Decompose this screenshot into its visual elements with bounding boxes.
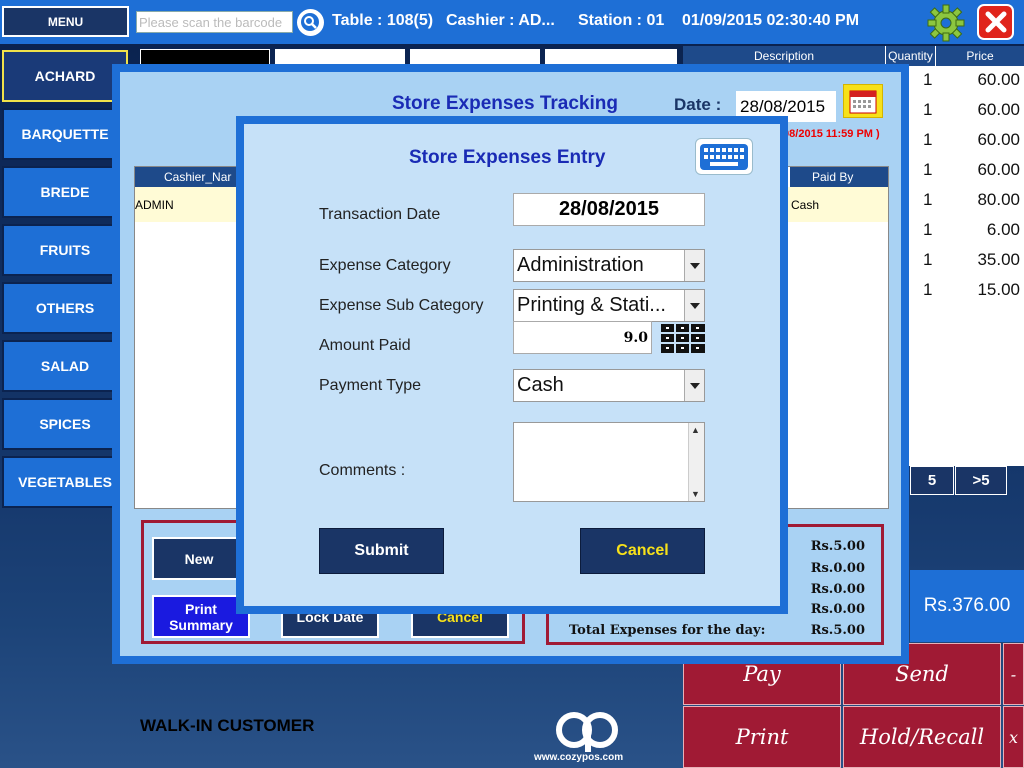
hold-recall-button[interactable]: Hold/Recall [843, 706, 1001, 768]
order-price: 6.00 [986, 220, 1020, 239]
payment-type-label: Payment Type [319, 377, 421, 394]
tracking-title: Store Expenses Tracking [392, 93, 618, 114]
order-total: Rs.376.00 [910, 570, 1024, 642]
summary-amount: Rs.0.00 [810, 602, 865, 617]
category-barquette[interactable]: BARQUETTE [2, 108, 128, 160]
settings-button[interactable] [926, 3, 966, 43]
numpad-icon [661, 324, 705, 353]
page-next-button[interactable]: >5 [955, 466, 1007, 495]
order-price: 60.00 [977, 160, 1020, 179]
expense-category-select[interactable]: Administration [513, 249, 705, 282]
order-list-header: Description Quantity Price [683, 46, 1024, 66]
order-price: 35.00 [977, 250, 1020, 269]
keyboard-icon [700, 143, 748, 170]
category-achard[interactable]: ACHARD [2, 50, 128, 102]
expense-category-value: Administration [517, 254, 644, 276]
page-5-button[interactable]: 5 [910, 466, 954, 495]
order-qty: 1 [923, 280, 933, 299]
order-qty: 1 [923, 220, 933, 239]
store-expenses-entry-dialog: Store Expenses Entry Transaction Date 28… [236, 116, 788, 614]
station-info: Station : 01 [578, 12, 665, 29]
category-brede[interactable]: BREDE [2, 166, 128, 218]
expense-sub-category-label: Expense Sub Category [319, 297, 484, 314]
x-button[interactable]: x [1003, 706, 1024, 768]
payment-type-value: Cash [517, 374, 564, 396]
minus-button[interactable]: - [1003, 643, 1024, 705]
close-icon [985, 11, 1006, 33]
expense-category-label: Expense Category [319, 257, 451, 274]
column-price: Price [966, 49, 994, 63]
entry-title: Store Expenses Entry [409, 147, 606, 168]
calendar-icon [849, 90, 877, 114]
print-button[interactable]: Print [683, 706, 841, 768]
summary-amount: Rs.0.00 [810, 561, 865, 576]
summary-total-row: Total Expenses for the day: Rs.5.00 [569, 623, 869, 638]
tracking-date-label: Date : [674, 95, 722, 114]
row-cashier: ADMIN [135, 198, 174, 212]
column-cashier-name: Cashier_Nar [135, 167, 245, 187]
order-qty: 1 [923, 160, 933, 179]
order-price: 60.00 [977, 70, 1020, 89]
barcode-scan-input[interactable] [136, 11, 293, 33]
order-price: 15.00 [977, 280, 1020, 299]
order-qty: 1 [923, 70, 933, 89]
order-qty: 1 [923, 130, 933, 149]
column-paid-by: Paid By [790, 167, 888, 187]
calendar-button[interactable] [843, 84, 883, 118]
gear-icon [927, 4, 965, 42]
order-qty: 1 [923, 100, 933, 119]
menu-button[interactable]: MENU [2, 6, 129, 37]
scroll-up-icon[interactable]: ▲ [691, 425, 700, 435]
order-price: 60.00 [977, 130, 1020, 149]
category-others[interactable]: OTHERS [2, 282, 128, 334]
new-button[interactable]: New [152, 537, 246, 580]
transaction-date-field[interactable]: 28/08/2015 [513, 193, 705, 226]
transaction-date-label: Transaction Date [319, 206, 441, 223]
order-price: 80.00 [977, 190, 1020, 209]
comments-label: Comments : [319, 462, 406, 479]
category-salad[interactable]: SALAD [2, 340, 128, 392]
summary-amount: Rs.0.00 [810, 582, 865, 597]
customer-name: WALK-IN CUSTOMER [140, 716, 315, 735]
tracking-range-note: /08/2015 11:59 PM ) [780, 128, 880, 140]
amount-paid-label: Amount Paid [319, 337, 411, 354]
summary-total-value: Rs.5.00 [810, 623, 865, 638]
numpad-button[interactable] [660, 323, 706, 354]
submit-button[interactable]: Submit [319, 528, 444, 574]
row-paid-by: Cash [791, 198, 820, 212]
category-spices[interactable]: SPICES [2, 398, 128, 450]
datetime-display: 01/09/2015 02:30:40 PM [682, 12, 860, 29]
logo-url: www.cozypos.com [534, 752, 624, 763]
search-icon [300, 12, 319, 31]
order-qty: 1 [923, 250, 933, 269]
chevron-down-icon[interactable] [684, 290, 704, 321]
column-description: Description [683, 46, 886, 66]
expense-sub-category-value: Printing & Stati... [517, 294, 666, 316]
scroll-down-icon[interactable]: ▼ [691, 489, 700, 499]
amount-paid-field[interactable]: 9.0 [513, 321, 652, 354]
search-button[interactable] [297, 9, 324, 36]
close-button[interactable] [977, 4, 1014, 40]
payment-type-select[interactable]: Cash [513, 369, 705, 402]
summary-total-label: Total Expenses for the day: [569, 623, 766, 638]
chevron-down-icon[interactable] [684, 250, 704, 281]
category-fruits[interactable]: FRUITS [2, 224, 128, 276]
summary-amount: Rs.5.00 [810, 539, 865, 554]
table-info: Table : 108(5) [332, 12, 434, 29]
top-bar: MENU Table : 108(5) Cashier : AD... Stat… [0, 0, 1024, 44]
order-qty: 1 [923, 190, 933, 209]
expense-sub-category-select[interactable]: Printing & Stati... [513, 289, 705, 322]
cashier-info: Cashier : AD... [446, 12, 555, 29]
comments-textarea[interactable] [513, 422, 705, 502]
cancel-button[interactable]: Cancel [580, 528, 705, 574]
column-quantity: Quantity [886, 46, 936, 66]
comments-scrollbar[interactable]: ▲ ▼ [688, 423, 704, 501]
category-vegetables[interactable]: VEGETABLES [2, 456, 128, 508]
chevron-down-icon[interactable] [684, 370, 704, 401]
order-price: 60.00 [977, 100, 1020, 119]
keyboard-button[interactable] [695, 138, 753, 175]
